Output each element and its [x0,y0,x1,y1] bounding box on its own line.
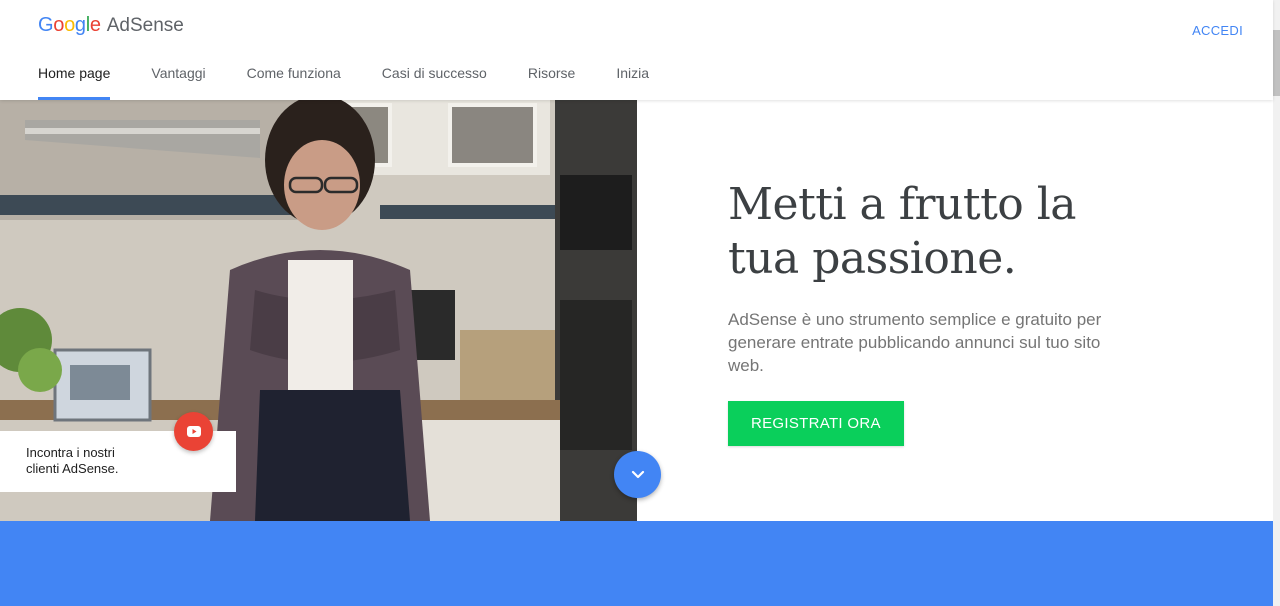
hero-section: Incontra i nostri clienti AdSense. Metti… [0,100,1273,521]
scrollbar-thumb[interactable] [1273,30,1280,96]
signin-link[interactable]: ACCEDI [1192,23,1243,38]
blue-section [0,521,1273,606]
video-card-text: Incontra i nostri clienti AdSense. [26,445,119,476]
hero-video-image[interactable]: Incontra i nostri clienti AdSense. [0,100,637,521]
headline-line-2: tua passione. [728,233,1017,284]
nav-item-vantaggi[interactable]: Vantaggi [151,64,205,100]
chevron-down-icon [631,470,644,478]
headline: Metti a frutto la tua passione. [728,178,1128,286]
top-header: Google AdSense ACCEDI Home page Vantaggi… [0,0,1273,100]
headline-line-1: Metti a frutto la [728,179,1077,230]
hero-subtitle: AdSense è uno strumento semplice e gratu… [728,310,1102,375]
register-now-button[interactable]: REGISTRATI ORA [728,401,904,446]
nav-item-risorse[interactable]: Risorse [528,64,575,100]
youtube-play-button[interactable] [174,412,213,451]
main-nav: Home page Vantaggi Come funziona Casi di… [38,64,690,100]
nav-item-casi-di-successo[interactable]: Casi di successo [382,64,487,100]
hero-text: Metti a frutto la tua passione. AdSense … [728,178,1128,446]
page: Google AdSense ACCEDI Home page Vantaggi… [0,0,1280,606]
google-wordmark: Google [38,14,101,36]
adsense-logo[interactable]: Google AdSense [38,14,184,37]
nav-item-home[interactable]: Home page [38,64,111,100]
nav-item-come-funziona[interactable]: Come funziona [247,64,341,100]
product-name: AdSense [106,15,184,36]
nav-item-inizia[interactable]: Inizia [616,64,649,100]
scroll-down-button[interactable] [614,451,661,498]
page-scrollbar[interactable] [1273,0,1280,606]
youtube-play-icon [186,426,201,437]
